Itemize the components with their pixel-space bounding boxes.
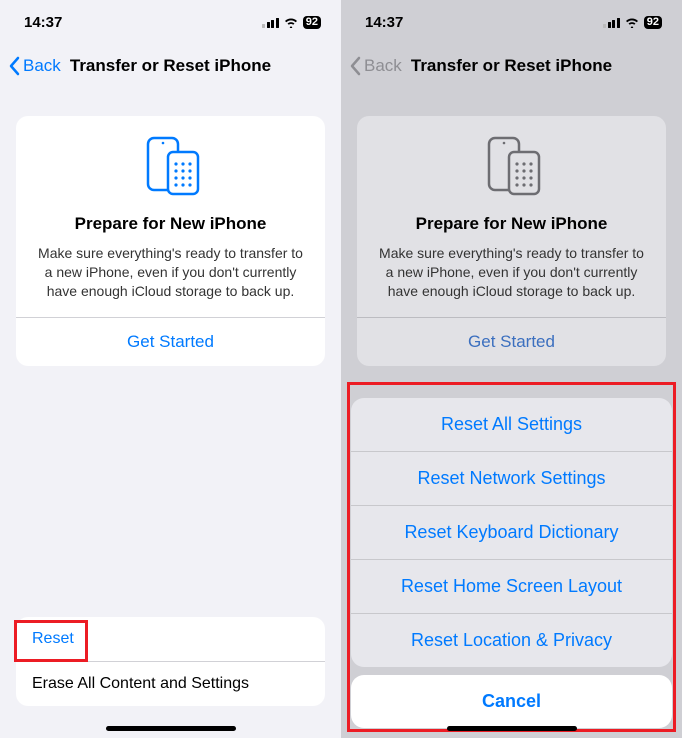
back-label: Back: [23, 56, 61, 76]
back-label: Back: [364, 56, 402, 76]
reset-network-settings-button[interactable]: Reset Network Settings: [351, 452, 672, 506]
devices-icon: [136, 134, 206, 198]
status-bar: 14:37 92: [341, 0, 682, 44]
wifi-icon: [624, 16, 640, 28]
status-time: 14:37: [365, 14, 403, 31]
devices-icon: [477, 134, 547, 198]
battery-icon: 92: [303, 16, 321, 29]
cellular-signal-icon: [262, 17, 279, 28]
reset-all-settings-button[interactable]: Reset All Settings: [351, 398, 672, 452]
reset-action-sheet: Reset All Settings Reset Network Setting…: [351, 398, 672, 728]
status-indicators: 92: [262, 16, 321, 29]
cellular-signal-icon: [603, 17, 620, 28]
card-title: Prepare for New iPhone: [75, 214, 267, 234]
erase-all-button[interactable]: Erase All Content and Settings: [16, 662, 325, 706]
screen-left: 14:37 92 Back Transfer or Reset iPhone P…: [0, 0, 341, 738]
action-group: Reset All Settings Reset Network Setting…: [351, 398, 672, 667]
back-button[interactable]: Back: [8, 56, 61, 76]
chevron-left-icon: [349, 56, 361, 76]
status-time: 14:37: [24, 14, 62, 31]
cancel-button[interactable]: Cancel: [351, 675, 672, 728]
reset-location-privacy-button[interactable]: Reset Location & Privacy: [351, 614, 672, 667]
chevron-left-icon: [8, 56, 20, 76]
prepare-card: Prepare for New iPhone Make sure everyth…: [357, 116, 666, 366]
reset-keyboard-dictionary-button[interactable]: Reset Keyboard Dictionary: [351, 506, 672, 560]
battery-icon: 92: [644, 16, 662, 29]
prepare-card: Prepare for New iPhone Make sure everyth…: [16, 116, 325, 366]
wifi-icon: [283, 16, 299, 28]
bottom-options-list: Reset Erase All Content and Settings: [16, 617, 325, 706]
home-indicator: [447, 726, 577, 731]
status-bar: 14:37 92: [0, 0, 341, 44]
reset-button[interactable]: Reset: [16, 617, 325, 662]
nav-bar: Back Transfer or Reset iPhone: [0, 44, 341, 88]
home-indicator: [106, 726, 236, 731]
screen-right: 14:37 92 Back Transfer or Reset iPhone P…: [341, 0, 682, 738]
card-body: Make sure everything's ready to transfer…: [34, 244, 307, 301]
card-title: Prepare for New iPhone: [416, 214, 608, 234]
back-button[interactable]: Back: [349, 56, 402, 76]
card-body: Make sure everything's ready to transfer…: [375, 244, 648, 301]
status-indicators: 92: [603, 16, 662, 29]
get-started-button[interactable]: Get Started: [357, 317, 666, 366]
get-started-button[interactable]: Get Started: [16, 317, 325, 366]
reset-home-screen-layout-button[interactable]: Reset Home Screen Layout: [351, 560, 672, 614]
nav-bar: Back Transfer or Reset iPhone: [341, 44, 682, 88]
